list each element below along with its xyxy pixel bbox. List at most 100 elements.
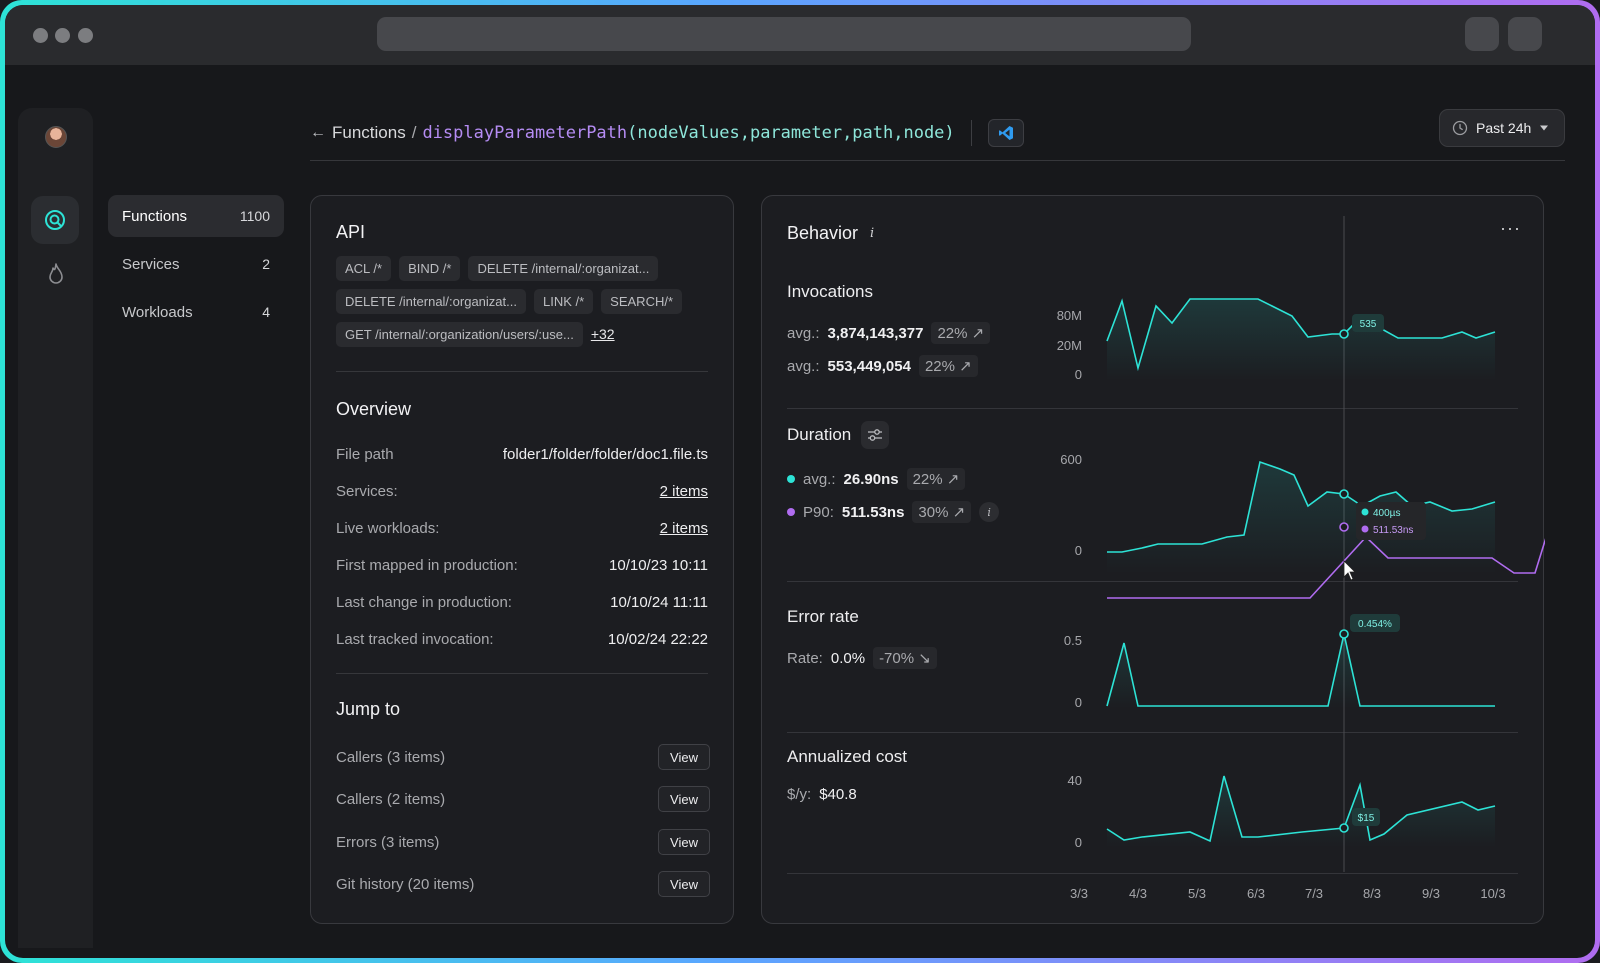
jump-to-title: Jump to	[336, 699, 401, 719]
jump-item-label: Callers (3 items)	[336, 748, 446, 766]
window-minimize-dot[interactable]	[55, 28, 70, 43]
open-in-vscode-button[interactable]	[987, 119, 1024, 147]
jump-item-label: Callers (2 items)	[336, 790, 446, 808]
jump-item-callers-3: Callers (3 items) View	[336, 744, 710, 770]
api-more-link[interactable]: +32	[591, 322, 615, 347]
overview-value: 10/10/24 11:11	[610, 594, 708, 611]
cost-tooltip: $15	[1358, 813, 1375, 824]
metric-divider	[787, 408, 1518, 409]
jump-item-label: Git history (20 items)	[336, 875, 475, 893]
x-tick: 9/3	[1421, 886, 1441, 901]
error-rate-tooltip: 0.454%	[1358, 619, 1392, 630]
stat-value: 3,874,143,377	[827, 324, 924, 342]
view-button[interactable]: View	[658, 744, 710, 770]
jump-item-git-history: Git history (20 items) View	[336, 871, 710, 897]
y-tick: 0	[1074, 543, 1082, 558]
invocations-title: Invocations	[787, 282, 873, 301]
y-tick: 0.5	[1063, 633, 1082, 648]
overview-key: Last change in production:	[336, 594, 512, 611]
overview-key: First mapped in production:	[336, 557, 518, 574]
api-chip[interactable]: GET /internal/:organization/users/:use..…	[336, 322, 583, 347]
api-chip[interactable]: SEARCH/*	[601, 289, 683, 314]
duration-avg-line	[1107, 460, 1496, 553]
api-title: API	[336, 222, 366, 242]
y-tick: 0	[1074, 367, 1082, 382]
stat-label: $/y:	[787, 786, 812, 803]
duration-tooltip-a: 400µs	[1373, 508, 1400, 519]
view-button[interactable]: View	[658, 871, 710, 897]
error-rate-area	[1107, 634, 1495, 708]
time-range-label: Past 24h	[1476, 120, 1532, 136]
invocations-marker	[1339, 329, 1349, 339]
toolbar-button-2[interactable]	[1508, 17, 1542, 51]
sidebar-item-functions[interactable]: Functions 1100	[108, 195, 284, 237]
jump-item-label: Errors (3 items)	[336, 833, 440, 851]
duration-stat-p90: P90: 511.53ns 30% ↗ i	[787, 501, 1000, 523]
rail-search-button[interactable]	[31, 196, 79, 244]
api-chip[interactable]: DELETE /internal/:organizat...	[336, 289, 526, 314]
info-icon[interactable]: i	[870, 226, 874, 241]
mouse-cursor-icon	[1343, 560, 1356, 581]
api-chip[interactable]: DELETE /internal/:organizat...	[468, 256, 659, 281]
api-chip[interactable]: LINK /*	[533, 289, 594, 314]
sliders-icon	[868, 429, 883, 441]
stat-label: avg.:	[803, 470, 836, 488]
window-close-dot[interactable]	[33, 28, 48, 43]
metric-divider	[787, 732, 1518, 733]
stat-value: 553,449,054	[827, 357, 911, 375]
sidebar-nav: Functions 1100 Services 2 Workloads 4	[108, 195, 284, 339]
app-frame: Functions 1100 Services 2 Workloads 4 ← …	[0, 0, 1600, 963]
y-tick: 20M	[1056, 338, 1082, 353]
x-tick: 4/3	[1128, 886, 1148, 901]
cost-title: Annualized cost	[787, 747, 908, 766]
rail-flame-button[interactable]	[45, 263, 67, 285]
stat-delta: 22% ↗	[931, 322, 991, 344]
api-chip[interactable]: ACL /*	[336, 256, 392, 281]
info-icon[interactable]: i	[979, 502, 1000, 522]
sidebar-item-label: Functions	[122, 207, 188, 225]
duration-avg-marker	[1339, 489, 1349, 499]
overview-row-file-path: File path folder1/folder/folder/doc1.fil…	[336, 446, 708, 463]
stat-delta: -70% ↘	[873, 647, 937, 669]
api-chip[interactable]: BIND /*	[399, 256, 461, 281]
error-rate-stat: Rate: 0.0% -70% ↘	[787, 647, 937, 669]
sidebar-item-services[interactable]: Services 2	[108, 243, 284, 285]
overview-key: File path	[336, 446, 394, 463]
details-panel: API ACL /* BIND /* DELETE /internal/:org…	[310, 195, 734, 924]
y-tick: 40	[1067, 773, 1082, 788]
stat-delta: 30% ↗	[912, 501, 972, 523]
sidebar-item-workloads[interactable]: Workloads 4	[108, 291, 284, 333]
cost-marker	[1339, 823, 1349, 833]
breadcrumb-functions-link[interactable]: Functions	[332, 123, 406, 143]
overview-row-live-workloads: Live workloads: 2 items	[336, 520, 708, 537]
sidebar-item-label: Workloads	[122, 303, 193, 321]
overview-key: Last tracked invocation:	[336, 631, 494, 648]
workloads-link[interactable]: 2 items	[660, 520, 708, 537]
view-button[interactable]: View	[658, 786, 710, 812]
browser-titlebar	[5, 5, 1595, 65]
sidebar-item-count: 2	[262, 256, 270, 272]
window-maximize-dot[interactable]	[78, 28, 93, 43]
icon-rail	[18, 108, 93, 948]
duration-settings-button[interactable]	[861, 421, 890, 449]
metric-divider	[787, 581, 1518, 582]
overview-row-first-mapped: First mapped in production: 10/10/23 10:…	[336, 557, 708, 574]
stat-value: $40.8	[819, 786, 857, 803]
more-menu-icon[interactable]: ···	[1500, 218, 1521, 239]
x-tick: 7/3	[1304, 886, 1324, 901]
services-link[interactable]: 2 items	[660, 483, 708, 500]
function-signature: displayParameterPath(nodeValues,paramete…	[422, 123, 954, 143]
avatar[interactable]	[45, 126, 67, 148]
purple-legend-dot	[787, 508, 795, 516]
x-tick: 6/3	[1246, 886, 1266, 901]
view-button[interactable]: View	[658, 829, 710, 855]
address-bar[interactable]	[377, 17, 1191, 51]
duration-area	[1107, 462, 1495, 574]
duration-tooltip-bg	[1356, 502, 1426, 540]
back-arrow-icon[interactable]: ←	[310, 124, 326, 142]
x-tick: 8/3	[1362, 886, 1382, 901]
flame-icon	[49, 263, 63, 284]
toolbar-button-1[interactable]	[1465, 17, 1499, 51]
overview-value: 10/02/24 22:22	[607, 631, 708, 648]
time-range-select[interactable]: Past 24h	[1439, 109, 1565, 147]
